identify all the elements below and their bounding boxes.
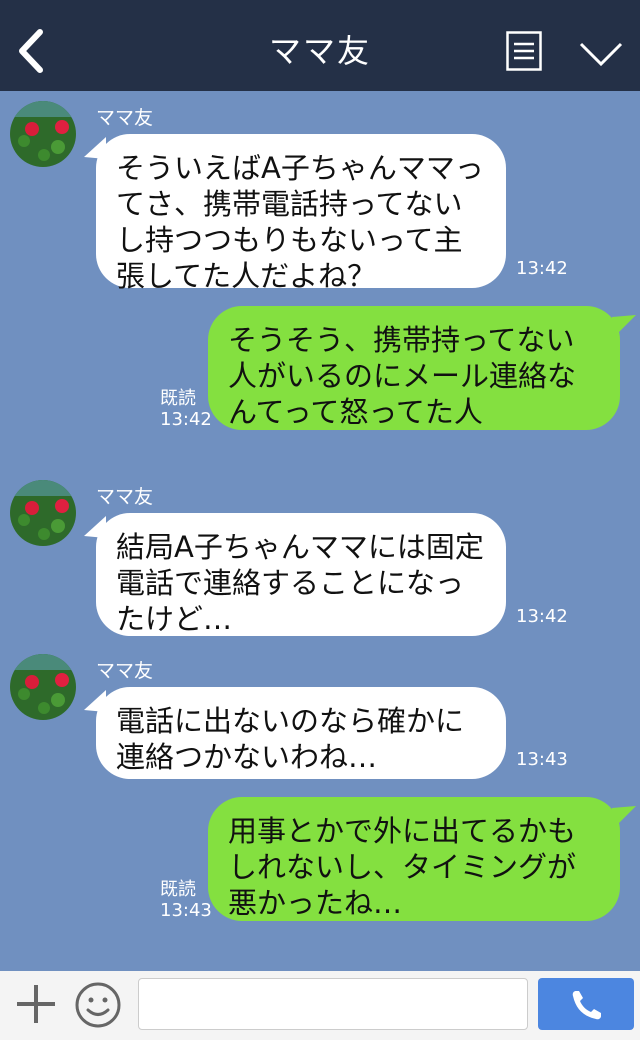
avatar[interactable] [10, 101, 76, 167]
header-bar: ママ友 [0, 0, 640, 91]
message-time: 13:43 [516, 749, 568, 770]
message-bubble[interactable]: 結局A子ちゃんママには固定電話で連絡することになったけど… [96, 513, 506, 636]
message-time: 13:42 [516, 258, 568, 279]
avatar-image [10, 480, 76, 546]
message-time: 13:42 [160, 409, 212, 430]
chat-area[interactable]: ママ友 そういえばA子ちゃんママってさ、携帯電話持ってないし持つつもりもないって… [0, 91, 640, 971]
message-time: 13:42 [516, 606, 568, 627]
call-button[interactable] [538, 978, 634, 1030]
message-bubble[interactable]: そうそう、携帯持ってない人がいるのにメール連絡なんてって怒ってた人 [208, 306, 620, 430]
avatar[interactable] [10, 480, 76, 546]
chevron-down-icon[interactable] [578, 38, 624, 68]
avatar-image [10, 101, 76, 167]
message-input[interactable] [138, 978, 528, 1030]
avatar[interactable] [10, 654, 76, 720]
read-receipt: 既読 [160, 879, 196, 900]
bubble-tail [612, 315, 636, 339]
menu-icon[interactable] [506, 31, 542, 71]
message-bubble[interactable]: 電話に出ないのなら確かに連絡つかないわね… [96, 687, 506, 779]
message-bubble[interactable]: 用事とかで外に出てるかもしれないし、タイミングが悪かったね… [208, 797, 620, 921]
sender-name: ママ友 [96, 660, 154, 682]
sender-name: ママ友 [96, 486, 154, 508]
phone-icon [572, 991, 601, 1020]
sender-name: ママ友 [96, 107, 154, 129]
avatar-image [10, 654, 76, 720]
message-time: 13:43 [160, 900, 212, 921]
page-title: ママ友 [268, 32, 371, 70]
read-receipt: 既読 [160, 388, 196, 409]
emoji-icon[interactable] [74, 981, 122, 1029]
bubble-tail [612, 806, 636, 830]
plus-icon[interactable] [14, 982, 58, 1026]
message-bubble[interactable]: そういえばA子ちゃんママってさ、携帯電話持ってないし持つつもりもないって主張して… [96, 134, 506, 293]
